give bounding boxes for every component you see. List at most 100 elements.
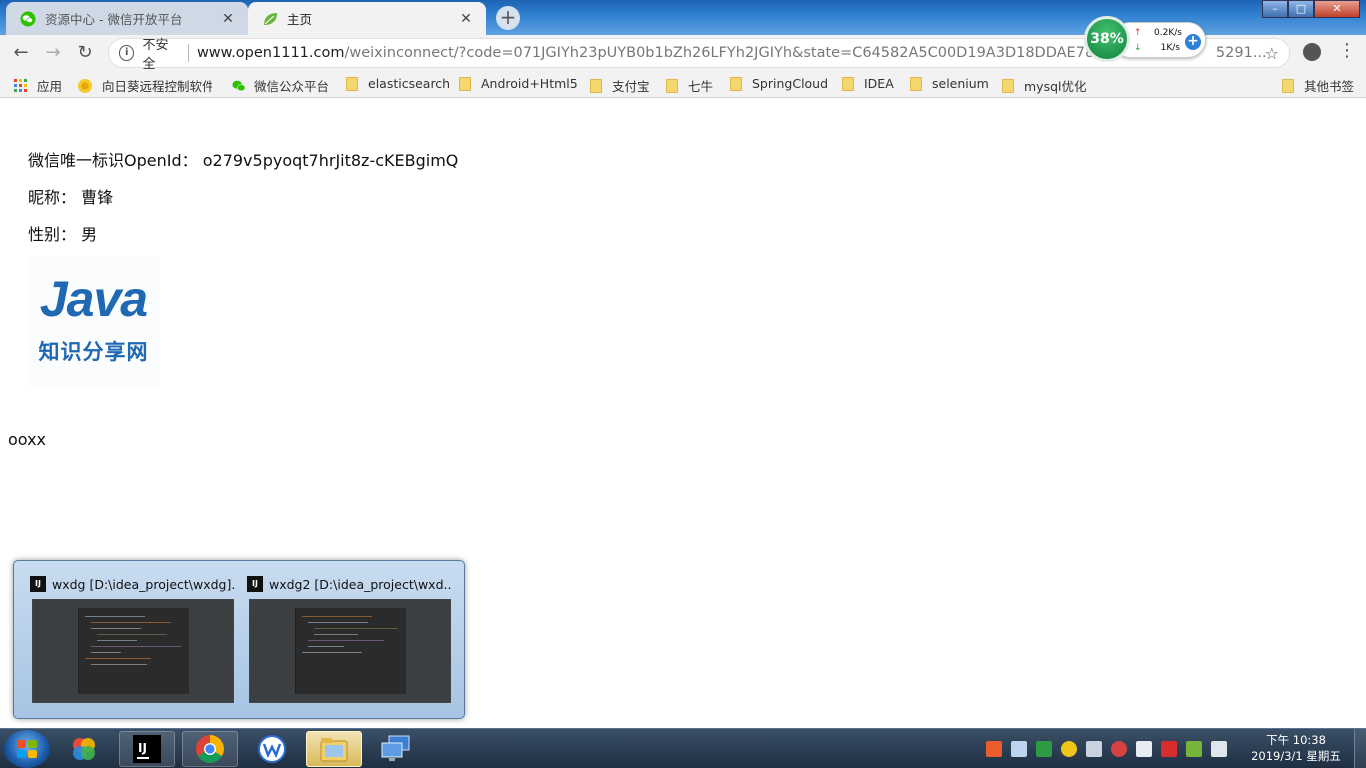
openid-row: 微信唯一标识OpenId： o279v5pyoqt7hrJit8z-cKEBgi… [28, 147, 458, 171]
wechat-icon [232, 79, 246, 93]
openid-label: 微信唯一标识OpenId： [28, 151, 198, 170]
tab-title: 资源中心 - 微信开放平台 [45, 12, 183, 27]
url-path: /weixinconnect/?code=071JGIYh23pUYB0b1bZ… [344, 45, 1120, 61]
tab-wechat-open-platform[interactable]: 资源中心 - 微信开放平台 ✕ [6, 2, 248, 35]
volume-icon[interactable] [1211, 741, 1227, 757]
gender-row: 性别： 男 [28, 221, 97, 245]
svg-text:IJ: IJ [138, 741, 147, 755]
minimize-button[interactable]: – [1262, 0, 1288, 18]
menu-icon[interactable]: ⋮ [1338, 40, 1356, 62]
nvidia-icon[interactable] [1186, 741, 1202, 757]
apps-icon [14, 79, 27, 92]
extra-text: ooxx [8, 430, 47, 449]
start-button[interactable] [4, 730, 50, 768]
windows-logo-icon [17, 740, 37, 758]
thumbnail-window-wxdg2[interactable]: IJ wxdg2 [D:\idea_project\wxd... [247, 573, 451, 703]
tab-home[interactable]: 主页 ✕ [248, 2, 486, 35]
tray-app-icon[interactable] [1161, 741, 1177, 757]
bookmark-folder-other[interactable]: 其他书签 [1282, 76, 1354, 95]
bookmark-folder-elasticsearch[interactable]: elasticsearch [346, 76, 450, 91]
bookmark-folder-idea[interactable]: IDEA [842, 76, 894, 91]
show-desktop-button[interactable] [1354, 729, 1366, 768]
thumbnail-window-wxdg[interactable]: IJ wxdg [D:\idea_project\wxdg]... [30, 573, 234, 703]
folder-icon [346, 76, 358, 91]
bookmark-folder-alipay[interactable]: 支付宝 [590, 76, 650, 95]
gender-label: 性别： [28, 225, 77, 244]
thumbnail-title: wxdg [D:\idea_project\wxdg]... [52, 576, 234, 592]
back-button[interactable]: ← [8, 40, 34, 66]
bookmark-label: 微信公众平台 [254, 79, 330, 94]
bookmark-label: 应用 [37, 79, 63, 94]
bookmark-folder-android[interactable]: Android+Html5 [459, 76, 578, 91]
thumbnail-header: IJ wxdg2 [D:\idea_project\wxd... [247, 573, 451, 595]
upload-speed: ↑ 0.2K/s [1134, 28, 1182, 38]
down-arrow-icon: ↓ [1134, 43, 1142, 53]
tray-plus-icon[interactable] [1061, 741, 1077, 757]
add-icon[interactable]: + [1185, 34, 1201, 50]
remote-desktop-icon[interactable] [368, 731, 424, 767]
bookmark-wechat-mp[interactable]: 微信公众平台 [232, 76, 329, 95]
display-icon[interactable] [1011, 741, 1027, 757]
bookmark-folder-qiniu[interactable]: 七牛 [666, 76, 713, 95]
chrome-icon[interactable] [182, 731, 238, 767]
avatar-image: Java 知识分享网 [28, 256, 159, 387]
avatar-logo-subtitle: 知识分享网 [38, 340, 149, 364]
nickname-value: 曹锋 [81, 188, 114, 207]
new-tab-button[interactable]: + [496, 6, 520, 30]
bookmark-sunflower[interactable]: 向日葵远程控制软件... [78, 76, 212, 95]
folder-icon [666, 78, 678, 93]
clock-date: 2019/3/1 星期五 [1251, 749, 1341, 763]
bookmarks-bar: 应用 向日葵远程控制软件... 微信公众平台 elasticsearch And… [0, 70, 1366, 98]
bookmark-folder-springcloud[interactable]: SpringCloud [730, 76, 828, 91]
folder-icon [1002, 78, 1014, 93]
wechat-icon [20, 11, 36, 27]
avatar-logo-word: Java [39, 271, 148, 327]
openid-value: o279v5pyoqt7hrJit8z-cKEBgimQ [202, 151, 459, 170]
bookmark-label: elasticsearch [368, 76, 451, 91]
bookmark-label: Android+Html5 [481, 76, 578, 91]
reload-button[interactable]: ↻ [72, 40, 98, 66]
info-icon[interactable]: i [119, 45, 135, 61]
wps-icon[interactable] [244, 731, 300, 767]
device-icon[interactable] [1086, 741, 1102, 757]
clock-time: 下午 10:38 [1266, 733, 1326, 747]
tab-close-icon[interactable]: ✕ [220, 11, 236, 27]
bookmark-label: SpringCloud [752, 76, 829, 91]
bookmark-apps[interactable]: 应用 [14, 76, 62, 95]
bookmark-label: selenium [932, 76, 989, 91]
bookmark-label: 向日葵远程控制软件... [102, 79, 212, 94]
taskbar-thumbnail-preview: IJ wxdg [D:\idea_project\wxdg]... IJ wxd… [13, 560, 465, 719]
bookmark-label: 支付宝 [612, 79, 650, 94]
profile-avatar-icon[interactable] [1303, 43, 1321, 61]
thumbnail-header: IJ wxdg [D:\idea_project\wxdg]... [30, 573, 234, 595]
thumbnail-screenshot [249, 599, 451, 703]
tab-close-icon[interactable]: ✕ [458, 11, 474, 27]
bookmark-star-icon[interactable]: ☆ [1265, 44, 1279, 63]
bookmark-folder-mysql[interactable]: mysql优化 [1002, 76, 1087, 95]
action-center-icon[interactable] [1136, 741, 1152, 757]
download-speed: ↓ 1K/s [1134, 43, 1180, 53]
download-value: 1K/s [1160, 43, 1180, 53]
sogou-input-icon[interactable] [986, 741, 1002, 757]
explorer-icon[interactable] [306, 731, 362, 767]
antivirus-icon[interactable] [1111, 741, 1127, 757]
bookmark-label: 七牛 [688, 79, 714, 94]
security-label[interactable]: 不安全 [142, 34, 180, 72]
close-window-button[interactable]: ✕ [1314, 0, 1360, 18]
maximize-button[interactable]: □ [1288, 0, 1314, 18]
folder-icon [459, 76, 471, 91]
photos-icon[interactable] [56, 731, 112, 767]
security-shield-icon[interactable] [1036, 741, 1052, 757]
folder-icon [730, 76, 742, 91]
gender-value: 男 [81, 225, 98, 244]
intellij-icon[interactable]: IJ [119, 731, 175, 767]
forward-button[interactable]: → [40, 40, 66, 66]
tab-title: 主页 [287, 12, 313, 27]
sunflower-icon [78, 78, 92, 93]
nickname-label: 昵称： [28, 188, 77, 207]
network-monitor-widget[interactable]: 38% ↑ 0.2K/s ↓ 1K/s + [1084, 16, 1208, 64]
system-clock[interactable]: 下午 10:38 2019/3/1 星期五 [1240, 732, 1352, 764]
bookmark-folder-selenium[interactable]: selenium [910, 76, 989, 91]
folder-icon [842, 76, 854, 91]
taskbar: IJ 下午 10:38 2019/3/1 星期五 [0, 728, 1366, 768]
